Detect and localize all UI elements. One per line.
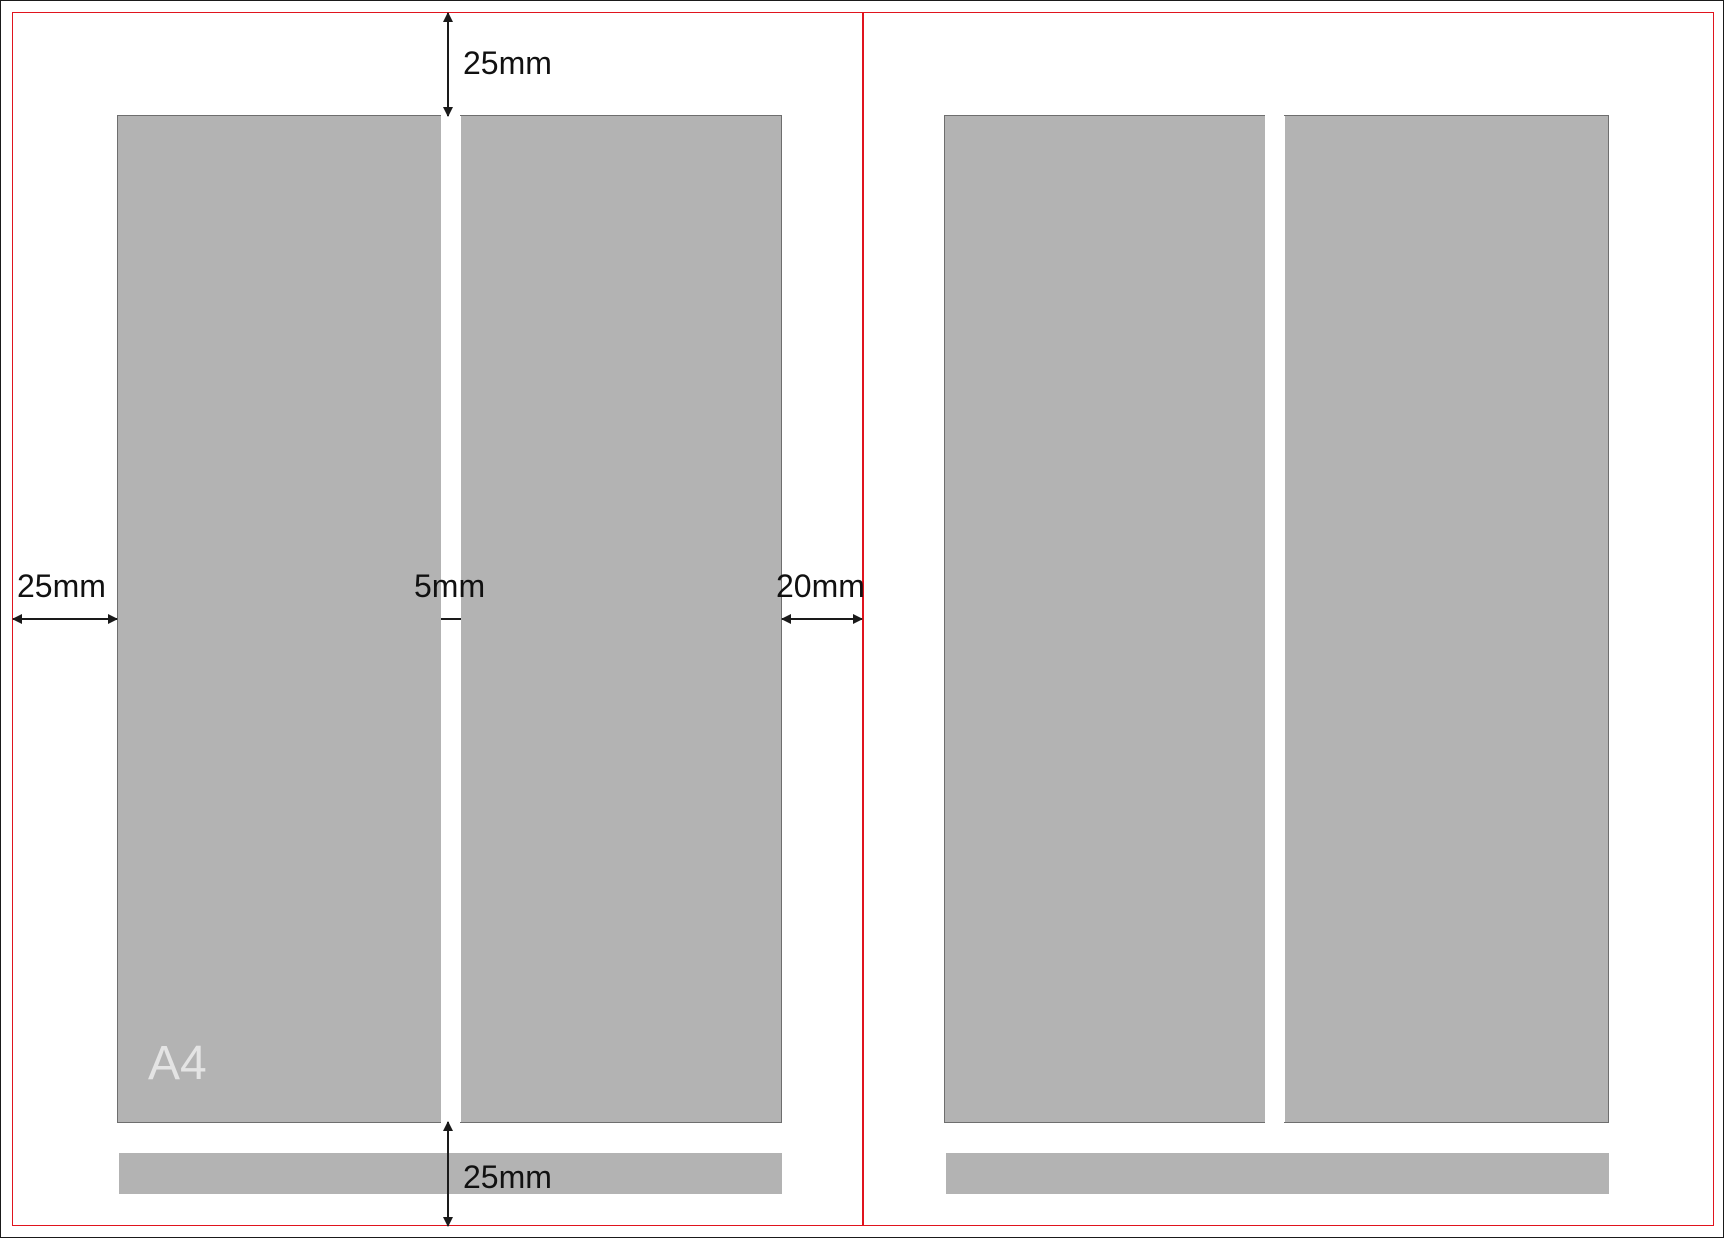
bottom-margin-label: 25mm [463,1159,552,1195]
right-margin-label: 20mm [776,568,865,604]
layout-diagram: A4 25mm 25mm 25mm 20mm 5mm [0,0,1724,1238]
left-margin-label: 25mm [17,568,106,604]
dimension-arrows [12,11,863,1227]
gutter-label: 5mm [414,568,486,604]
top-margin-label: 25mm [463,45,552,81]
